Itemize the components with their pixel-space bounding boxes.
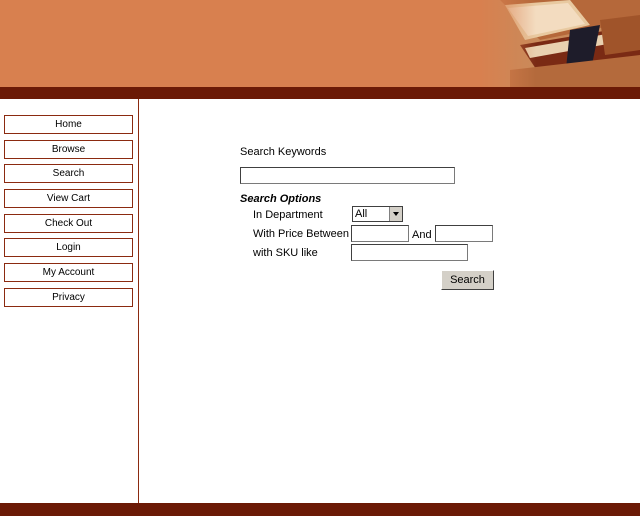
nav-my-account[interactable]: My Account [4, 263, 133, 283]
nav-login[interactable]: Login [4, 238, 133, 258]
footer-band [0, 503, 640, 516]
nav-browse[interactable]: Browse [4, 139, 133, 159]
header-banner [0, 0, 640, 87]
search-options-title: Search Options [240, 193, 322, 205]
books-image [480, 0, 640, 87]
price-min-input[interactable] [351, 225, 409, 242]
sku-input[interactable] [351, 244, 468, 261]
sidebar-nav: Home Browse Search View Cart Check Out L… [4, 115, 133, 313]
sidebar-divider [138, 99, 139, 503]
nav-view-cart[interactable]: View Cart [4, 189, 133, 209]
search-button[interactable]: Search [441, 270, 494, 290]
chevron-down-icon[interactable] [389, 207, 402, 221]
department-select[interactable]: All [352, 206, 403, 222]
nav-check-out[interactable]: Check Out [4, 213, 133, 233]
price-max-input[interactable] [435, 225, 493, 242]
sku-label: with SKU like [253, 247, 318, 259]
price-label: With Price Between [253, 228, 349, 240]
nav-search[interactable]: Search [4, 164, 133, 184]
nav-privacy[interactable]: Privacy [4, 287, 133, 307]
keywords-input[interactable] [240, 167, 455, 184]
keywords-label: Search Keywords [240, 146, 327, 158]
department-value: All [355, 208, 368, 220]
nav-home[interactable]: Home [4, 115, 133, 134]
header-band [0, 87, 640, 99]
price-and-label: And [412, 229, 432, 241]
department-label: In Department [253, 209, 323, 221]
